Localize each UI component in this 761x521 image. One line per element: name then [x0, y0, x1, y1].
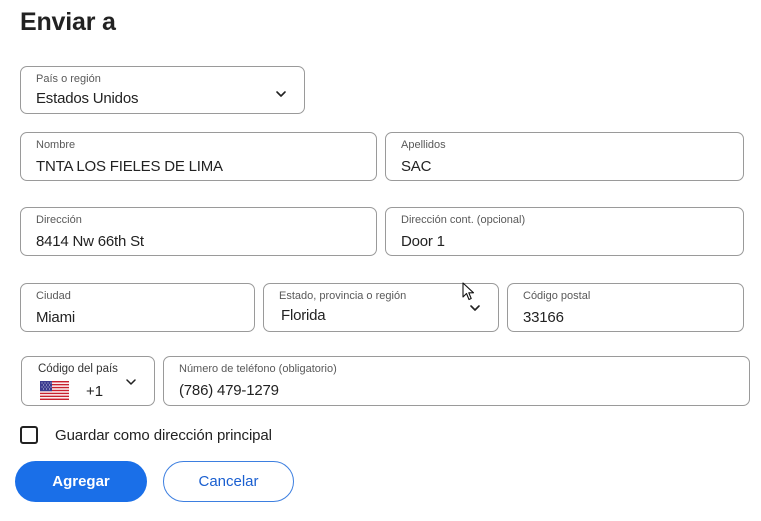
- phone-field[interactable]: Número de teléfono (obligatorio) (786) 4…: [163, 356, 750, 406]
- address-field[interactable]: Dirección 8414 Nw 66th St: [20, 207, 377, 256]
- address-line2-value: Door 1: [401, 233, 445, 250]
- page-title: Enviar a: [20, 8, 116, 36]
- city-value: Miami: [36, 309, 75, 326]
- save-primary-option[interactable]: Guardar como dirección principal: [20, 424, 272, 446]
- address-label: Dirección: [36, 214, 82, 226]
- postal-code-label: Código postal: [523, 290, 591, 302]
- city-field[interactable]: Ciudad Miami: [20, 283, 255, 332]
- chevron-down-icon: [470, 305, 480, 311]
- save-primary-label: Guardar como dirección principal: [55, 426, 272, 444]
- phone-value: (786) 479-1279: [179, 382, 279, 399]
- us-flag-icon: [40, 381, 69, 400]
- add-button[interactable]: Agregar: [15, 461, 147, 502]
- chevron-down-icon: [276, 91, 286, 97]
- postal-code-value: 33166: [523, 309, 564, 326]
- last-name-value: SAC: [401, 158, 432, 175]
- last-name-field[interactable]: Apellidos SAC: [385, 132, 744, 181]
- country-select[interactable]: País o región Estados Unidos: [20, 66, 305, 114]
- country-label: País o región: [36, 73, 101, 85]
- chevron-down-icon: [126, 379, 136, 385]
- phone-label: Número de teléfono (obligatorio): [179, 363, 337, 375]
- cancel-button[interactable]: Cancelar: [163, 461, 294, 502]
- first-name-field[interactable]: Nombre TNTA LOS FIELES DE LIMA: [20, 132, 377, 181]
- mouse-cursor-icon: [462, 282, 475, 301]
- first-name-value: TNTA LOS FIELES DE LIMA: [36, 158, 223, 175]
- city-label: Ciudad: [36, 290, 71, 302]
- state-value: Florida: [281, 307, 326, 324]
- country-code-select[interactable]: Código del país +1: [21, 356, 155, 406]
- country-dial-code: +1: [86, 383, 104, 400]
- first-name-label: Nombre: [36, 139, 76, 151]
- state-label: Estado, provincia o región: [279, 290, 407, 302]
- shipping-address-form: Enviar a País o región Estados Unidos No…: [0, 0, 761, 521]
- address-line2-field[interactable]: Dirección cont. (opcional) Door 1: [385, 207, 744, 256]
- address-value: 8414 Nw 66th St: [36, 233, 144, 250]
- address-line2-label: Dirección cont. (opcional): [401, 214, 526, 226]
- last-name-label: Apellidos: [401, 139, 446, 151]
- postal-code-field[interactable]: Código postal 33166: [507, 283, 744, 332]
- save-primary-checkbox[interactable]: [20, 426, 38, 444]
- country-value: Estados Unidos: [36, 90, 139, 107]
- country-code-label: Código del país: [38, 363, 118, 375]
